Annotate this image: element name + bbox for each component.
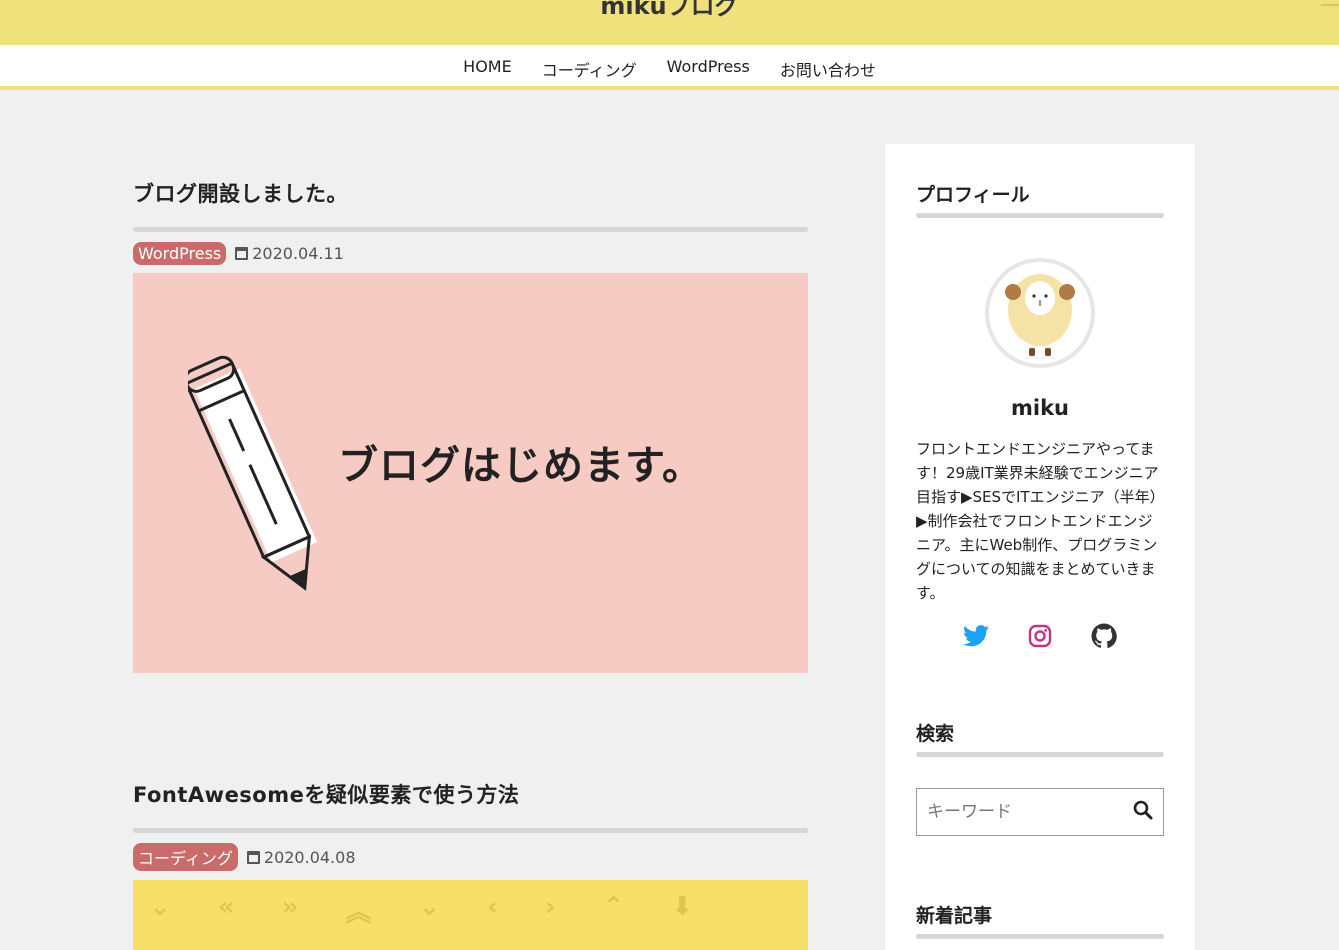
github-icon[interactable]	[1091, 623, 1117, 649]
category-badge[interactable]: コーディング	[133, 843, 238, 871]
post-date: 2020.04.11	[235, 244, 344, 263]
angle-down-icon: ⌄	[418, 892, 441, 922]
global-nav: HOME コーディング WordPress お問い合わせ	[0, 45, 1339, 90]
profile-widget-title: プロフィール	[916, 184, 1030, 206]
calendar-icon	[235, 247, 249, 260]
angle-left-icon: ‹	[487, 892, 498, 922]
post-thumbnail[interactable]: ⌄ « » ︽ ⌄ ‹ › ⌃ ⬇	[133, 880, 808, 950]
angle-up-icon: ⌃	[602, 892, 625, 922]
arrow-circle-down-icon: ⬇	[671, 892, 694, 922]
pencil-icon	[188, 355, 318, 591]
widget-divider	[916, 752, 1164, 757]
post-thumbnail[interactable]: ブログはじめます。	[133, 273, 808, 673]
angle-double-right-icon: »	[281, 892, 299, 922]
profile-bio: フロントエンドエンジニアやってます！29歳IT業界未経験でエンジニア目指す▶SE…	[916, 440, 1159, 602]
post-date-text: 2020.04.11	[252, 244, 344, 263]
search-box	[916, 788, 1164, 836]
search-widget: 検索	[916, 719, 1164, 836]
profile-name: miku	[1011, 396, 1069, 420]
post-date-text: 2020.04.08	[263, 847, 356, 867]
site-title[interactable]: mikuブログ	[0, 0, 1339, 21]
sidebar: プロフィール miku フロントエンドエンジニアやってます！29歳IT業界未経験…	[885, 144, 1195, 950]
nav-item-coding[interactable]: コーディング	[542, 57, 637, 81]
post-title[interactable]: ブログ開設しました。	[133, 178, 808, 208]
header-corner-line	[1321, 4, 1339, 6]
nav-item-wordpress[interactable]: WordPress	[667, 57, 750, 81]
post-meta: コーディング 2020.04.08	[133, 843, 808, 871]
recent-posts-widget: 新着記事	[916, 901, 1164, 939]
post-list: ブログ開設しました。 WordPress 2020.04.11 ブログはじめます…	[133, 140, 808, 950]
post-date: 2020.04.08	[246, 847, 356, 867]
angle-double-up-icon: ︽	[345, 898, 372, 928]
post-title[interactable]: FontAwesomeを疑似要素で使う方法	[133, 779, 808, 809]
recent-posts-widget-title: 新着記事	[916, 905, 993, 927]
thumbnail-arrow-pattern: ⌄ « » ︽ ⌄ ‹ › ⌃ ⬇	[133, 880, 808, 929]
calendar-icon	[246, 850, 260, 864]
avatar	[985, 258, 1095, 368]
profile-widget: プロフィール miku フロントエンドエンジニアやってます！29歳IT業界未経験…	[916, 180, 1164, 649]
post-meta: WordPress 2020.04.11	[133, 242, 808, 265]
thumbnail-caption: ブログはじめます。	[338, 443, 703, 489]
angle-right-icon: ›	[544, 892, 556, 922]
search-icon[interactable]	[1133, 800, 1153, 824]
twitter-icon[interactable]	[963, 623, 989, 649]
social-links	[916, 623, 1164, 649]
sheep-avatar-icon	[1005, 274, 1075, 356]
angle-double-down-icon: ⌄	[149, 892, 171, 922]
widget-divider	[916, 213, 1164, 218]
search-widget-title: 検索	[916, 723, 955, 745]
category-badge[interactable]: WordPress	[133, 242, 227, 265]
post-card: ブログ開設しました。 WordPress 2020.04.11 ブログはじめます…	[133, 178, 808, 673]
instagram-icon[interactable]	[1027, 623, 1053, 649]
angle-double-left-icon: «	[217, 892, 235, 922]
nav-item-contact[interactable]: お問い合わせ	[780, 57, 876, 81]
header-banner: mikuブログ	[0, 0, 1339, 45]
title-divider	[133, 227, 808, 232]
title-divider	[133, 828, 808, 833]
nav-item-home[interactable]: HOME	[463, 57, 512, 81]
search-input[interactable]	[927, 802, 1117, 822]
widget-divider	[916, 934, 1164, 939]
post-card: FontAwesomeを疑似要素で使う方法 コーディング 2020.04.08 …	[133, 779, 808, 950]
